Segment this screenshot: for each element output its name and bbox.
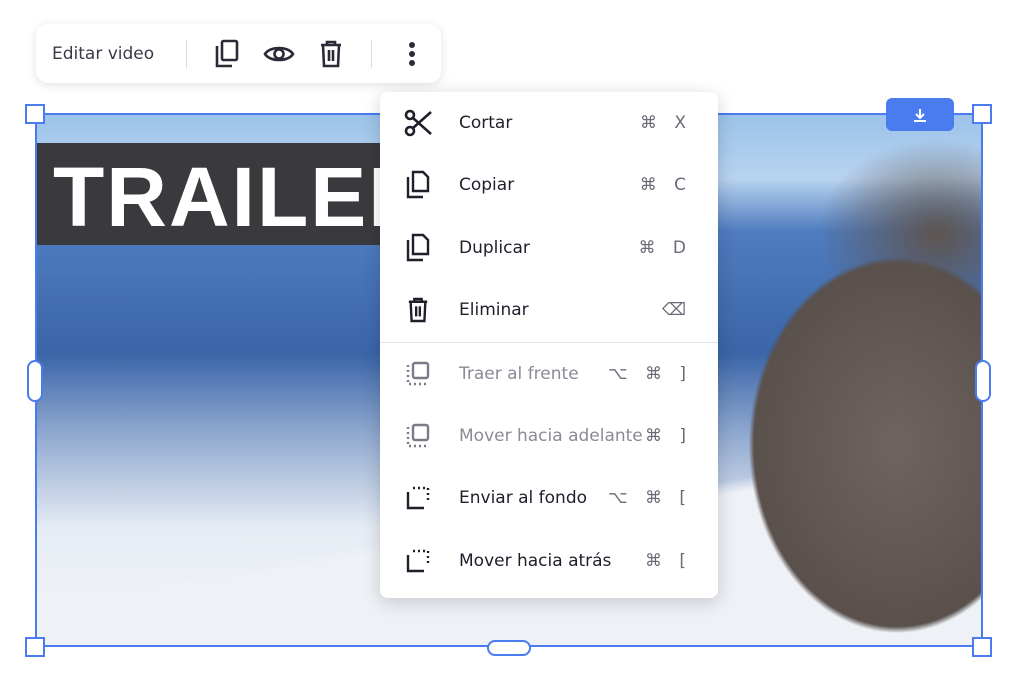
download-button[interactable] [886,98,954,131]
menu-item-label: Traer al frente [459,364,579,384]
eye-icon[interactable] [257,32,301,76]
menu-item-shortcut: ⌘ C [639,175,692,195]
menu-item-shortcut: ⌫ [661,300,692,320]
bring-forward-icon [402,420,434,452]
menu-item-shortcut: ⌘ D [638,238,692,258]
menu-item-label: Eliminar [459,300,529,320]
resize-handle-top-right[interactable] [972,104,992,124]
divider [186,39,188,68]
send-to-back-icon [402,482,434,514]
menu-item-label: Cortar [459,113,513,133]
duplicate-icon [402,232,434,264]
menu-divider [380,342,718,343]
menu-item-label: Duplicar [459,238,530,258]
menu-item-enviar-al-fondo[interactable]: Enviar al fondo ⌥ ⌘ [ [380,473,718,523]
menu-item-shortcut: ⌥ ⌘ [ [607,488,692,508]
menu-item-label: Mover hacia atrás [459,551,612,571]
download-icon [914,108,926,122]
copy-icon [402,169,434,201]
resize-handle-right[interactable] [975,360,991,402]
element-toolbar: Editar video [36,24,441,83]
menu-item-copiar[interactable]: Copiar ⌘ C [380,160,718,210]
trash-icon[interactable] [309,32,353,76]
context-menu: Cortar ⌘ X Copiar ⌘ C Duplicar ⌘ D Elimi… [380,92,718,598]
menu-item-traer-al-frente[interactable]: Traer al frente ⌥ ⌘ ] [380,349,718,399]
more-vertical-icon[interactable] [390,32,434,76]
send-backward-icon [402,545,434,577]
trash-icon [402,294,434,326]
resize-handle-left[interactable] [27,360,43,402]
bring-to-front-icon [402,358,434,390]
menu-item-label: Copiar [459,175,515,195]
video-title-overlay: TRAILER [37,143,429,245]
menu-item-duplicar[interactable]: Duplicar ⌘ D [380,223,718,273]
resize-handle-top-left[interactable] [25,104,45,124]
menu-item-shortcut: ⌘ [ [644,551,692,571]
resize-handle-bottom[interactable] [487,640,531,656]
divider [371,39,373,68]
resize-handle-bottom-right[interactable] [972,637,992,657]
menu-item-mover-hacia-adelante[interactable]: Mover hacia adelante ⌘ ] [380,411,718,461]
scissors-icon [402,107,434,139]
menu-item-mover-hacia-atr-s[interactable]: Mover hacia atrás ⌘ [ [380,536,718,586]
menu-item-label: Mover hacia adelante [459,426,643,446]
resize-handle-bottom-left[interactable] [25,637,45,657]
menu-item-shortcut: ⌥ ⌘ ] [607,364,692,384]
menu-item-shortcut: ⌘ ] [644,426,692,446]
menu-item-eliminar[interactable]: Eliminar ⌫ [380,285,718,335]
menu-item-cortar[interactable]: Cortar ⌘ X [380,98,718,148]
menu-item-label: Enviar al fondo [459,488,588,508]
copy-icon[interactable] [205,32,249,76]
edit-video-button[interactable]: Editar video [52,44,154,64]
menu-item-shortcut: ⌘ X [639,113,692,133]
